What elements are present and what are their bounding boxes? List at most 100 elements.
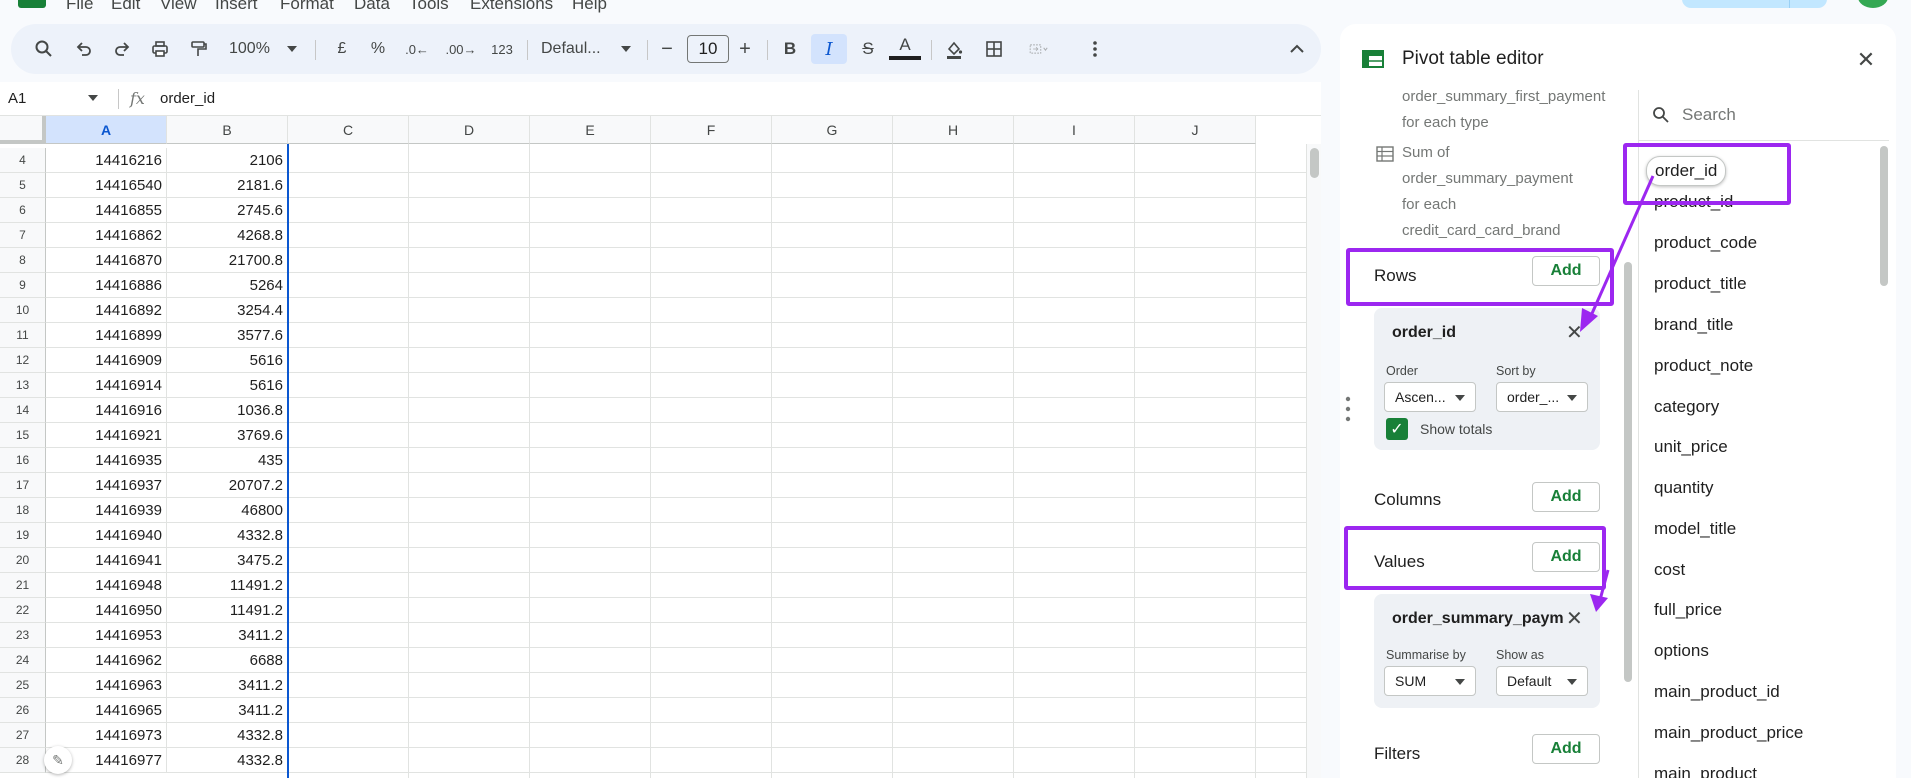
field-item-options[interactable]: options [1654,641,1709,661]
field-list-scrollbar-thumb[interactable] [1880,146,1888,286]
more-formats-button[interactable]: 123 [485,34,519,64]
cell-b[interactable]: 3769.6 [167,423,288,448]
cell-a[interactable]: 14416950 [46,598,167,623]
columns-add-button[interactable]: Add [1532,482,1600,512]
cell-b[interactable]: 3411.2 [167,698,288,723]
select-all-corner[interactable] [0,116,46,144]
config-scrollbar-thumb[interactable] [1624,262,1632,682]
vertical-scrollbar[interactable] [1306,144,1321,778]
field-item-product-note[interactable]: product_note [1654,356,1753,376]
field-item-product-code[interactable]: product_code [1654,233,1757,253]
suggestion-text[interactable]: order_summary_payment [1402,166,1573,192]
column-header-c[interactable]: C [288,116,409,144]
font-size-input[interactable]: 10 [687,35,729,63]
cell-b[interactable]: 4332.8 [167,723,288,748]
field-item-category[interactable]: category [1654,397,1719,417]
cell-a[interactable]: 14416939 [46,498,167,523]
cell-b[interactable]: 21700.8 [167,248,288,273]
text-color-button[interactable]: A [889,34,921,60]
chevron-down-icon[interactable] [88,95,98,101]
suggestion-text[interactable]: for each type [1402,110,1489,136]
column-header-h[interactable]: H [893,116,1014,144]
formula-input[interactable]: order_id [160,90,215,107]
decrease-font-size-button[interactable]: − [655,34,679,64]
row-header[interactable]: 28 [0,748,46,773]
menu-data[interactable]: Data [354,0,390,14]
cell-a[interactable]: 14416899 [46,323,167,348]
cell-b[interactable]: 11491.2 [167,573,288,598]
cell-a[interactable]: 14416909 [46,348,167,373]
explore-edit-icon[interactable]: ✎ [44,746,72,774]
cell-b[interactable]: 5616 [167,373,288,398]
show-as-select[interactable]: Default [1496,666,1588,696]
row-header[interactable]: 9 [0,273,46,298]
row-header[interactable]: 25 [0,673,46,698]
increase-decimal-button[interactable]: .00→ [441,34,481,64]
cell-b[interactable]: 4268.8 [167,223,288,248]
cell-b[interactable]: 4332.8 [167,748,288,773]
cell-a[interactable]: 14416965 [46,698,167,723]
field-item-full-price[interactable]: full_price [1654,600,1722,620]
menu-insert[interactable]: Insert [215,0,258,14]
menu-view[interactable]: View [160,0,197,14]
format-currency-button[interactable]: £ [329,34,355,64]
menu-format[interactable]: Format [280,0,334,14]
remove-value-field-icon[interactable]: ✕ [1566,606,1583,631]
bold-button[interactable]: B [775,34,805,64]
cell-b[interactable]: 5264 [167,273,288,298]
cell-b[interactable]: 20707.2 [167,473,288,498]
cell-b[interactable]: 435 [167,448,288,473]
font-select[interactable]: Defaul... [533,34,637,64]
column-header-f[interactable]: F [651,116,772,144]
filters-add-button[interactable]: Add [1532,734,1600,764]
cell-a[interactable]: 14416973 [46,723,167,748]
field-item-main-product-price[interactable]: main_product_price [1654,723,1803,743]
cell-a[interactable]: 14416914 [46,373,167,398]
show-totals-checkbox[interactable]: ✓ [1386,418,1408,440]
field-item-product-title[interactable]: product_title [1654,274,1747,294]
column-header-b[interactable]: B [167,116,288,144]
menu-file[interactable]: File [66,0,93,14]
menu-extensions[interactable]: Extensions [470,0,553,14]
order-select[interactable]: Ascen... [1384,382,1476,412]
zoom-select[interactable]: 100% [223,34,299,64]
format-percent-button[interactable]: % [363,34,393,64]
row-header[interactable]: 6 [0,198,46,223]
field-item-main-product-id[interactable]: main_product_id [1654,682,1780,702]
field-item-model-title[interactable]: model_title [1654,519,1736,539]
cell-a[interactable]: 14416948 [46,573,167,598]
row-header[interactable]: 4 [0,148,46,173]
row-header[interactable]: 8 [0,248,46,273]
cell-a[interactable]: 14416216 [46,148,167,173]
print-icon[interactable] [145,34,175,64]
undo-icon[interactable] [69,34,99,64]
suggestion-text[interactable]: credit_card_card_brand [1402,218,1560,244]
summarise-by-select[interactable]: SUM [1384,666,1476,696]
column-header-j[interactable]: J [1135,116,1256,144]
merge-cells-icon[interactable] [1017,34,1061,64]
cell-a[interactable]: 14416940 [46,523,167,548]
suggestion-text[interactable]: for each [1402,192,1456,218]
cell-b[interactable]: 3254.4 [167,298,288,323]
cell-a[interactable]: 14416962 [46,648,167,673]
cell-b[interactable]: 3411.2 [167,623,288,648]
cell-b[interactable]: 3475.2 [167,548,288,573]
menu-edit[interactable]: Edit [111,0,140,14]
cell-a[interactable]: 14416941 [46,548,167,573]
cell-b[interactable]: 1036.8 [167,398,288,423]
decrease-decimal-button[interactable]: .0← [399,34,435,64]
spreadsheet-grid[interactable]: ABCDEFGHIJ 4 14416216 2106 5 14416540 2181.6 6… [0,116,1321,778]
cell-a[interactable]: 14416870 [46,248,167,273]
cell-a[interactable]: 14416916 [46,398,167,423]
row-header[interactable]: 5 [0,173,46,198]
strikethrough-button[interactable]: S [853,34,883,64]
menu-tools[interactable]: Tools [409,0,449,14]
cell-b[interactable]: 5616 [167,348,288,373]
row-header[interactable]: 10 [0,298,46,323]
sort-by-select[interactable]: order_... [1496,382,1588,412]
field-item-brand-title[interactable]: brand_title [1654,315,1733,335]
paint-format-icon[interactable] [183,34,213,64]
field-item-main-product[interactable]: main_product [1654,764,1757,778]
increase-font-size-button[interactable]: + [733,34,757,64]
name-box[interactable]: A1 [8,90,26,107]
